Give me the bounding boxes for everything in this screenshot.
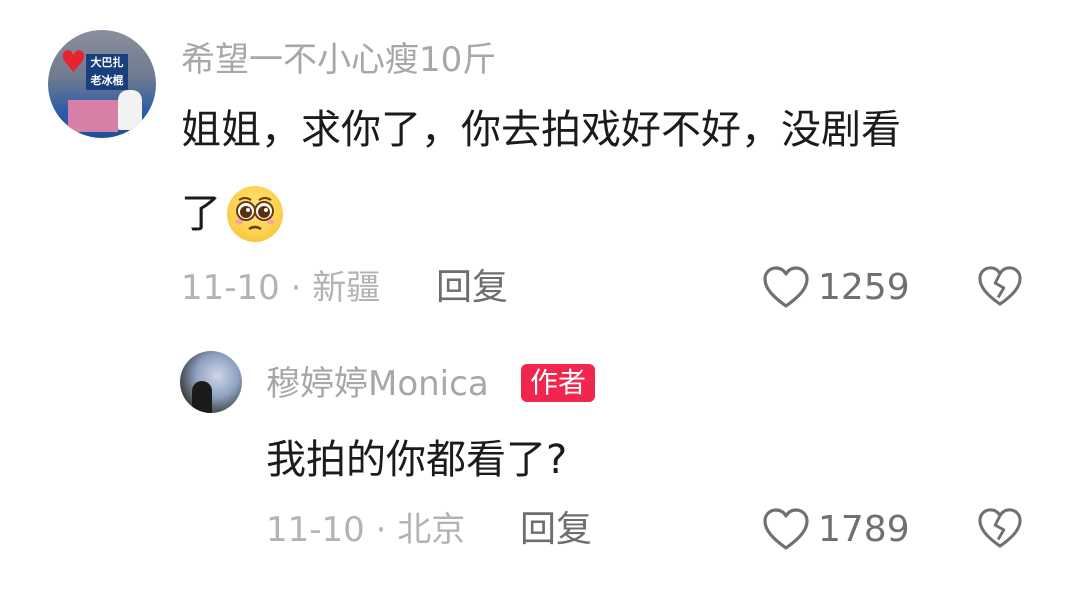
comment-text-line1: 姐姐，求你了，你去拍戏好不好，没剧看 — [181, 107, 901, 153]
author-username[interactable]: 穆婷婷Monica — [266, 364, 489, 404]
reply-button[interactable]: 回复 — [520, 510, 592, 550]
commenter-username[interactable]: 希望一不小心瘦10斤 — [181, 40, 496, 80]
avatar-decoration — [68, 100, 118, 132]
reply-meta: 11-10 · 北京 — [266, 510, 466, 550]
comment-text-line2: 了 — [181, 191, 221, 237]
avatar-person — [118, 90, 142, 130]
dislike-icon[interactable] — [977, 507, 1023, 549]
comment-meta: 11-10 · 新疆 — [181, 268, 381, 308]
like-count: 1789 — [818, 509, 910, 550]
avatar-person — [192, 381, 212, 413]
like-count: 1259 — [818, 267, 910, 308]
like-icon[interactable] — [762, 265, 810, 309]
heart-icon: ♥ — [60, 45, 87, 80]
avatar-sign: 大巴扎 老冰棍 — [86, 54, 128, 90]
author-avatar[interactable] — [180, 351, 242, 413]
author-badge: 作者 — [521, 364, 596, 402]
dislike-icon[interactable] — [977, 265, 1023, 307]
like-icon[interactable] — [762, 507, 810, 551]
reply-text: 我拍的你都看了? — [266, 437, 568, 483]
reply-button[interactable]: 回复 — [436, 268, 508, 308]
commenter-avatar[interactable]: 大巴扎 老冰棍 ♥ — [48, 30, 156, 138]
pleading-face-icon — [227, 186, 283, 242]
